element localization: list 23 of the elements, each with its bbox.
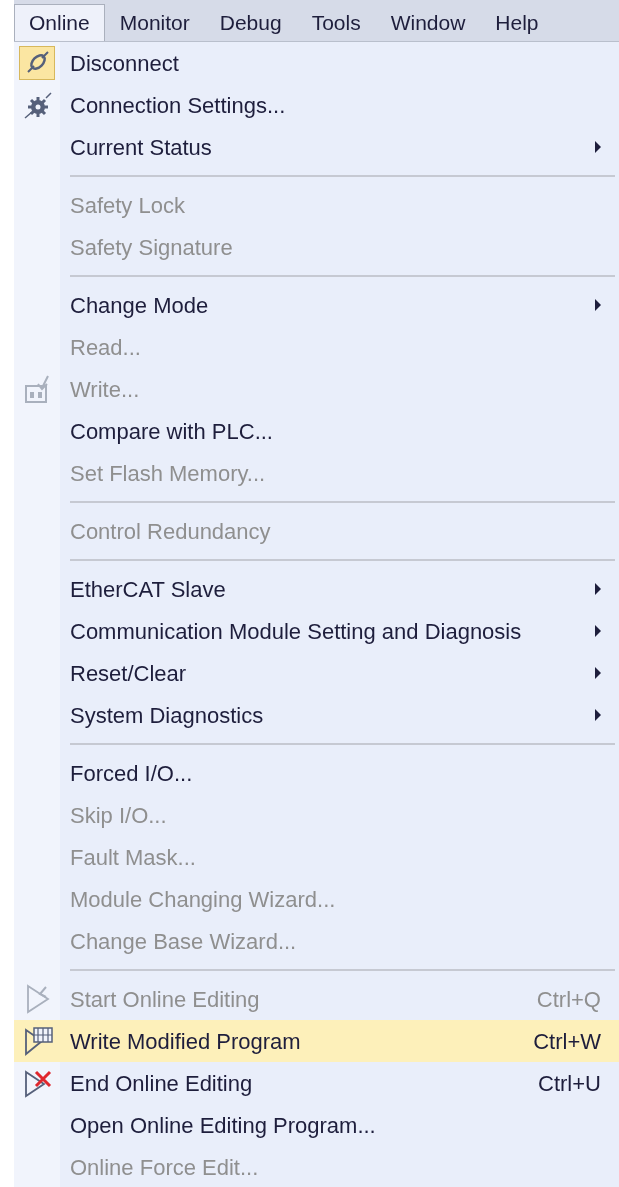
- menu-item[interactable]: Forced I/O...: [60, 756, 601, 790]
- menu-item-highlight[interactable]: Write Modified Program Ctrl+W: [14, 1020, 619, 1062]
- shortcut-label: Ctrl+W: [533, 1027, 601, 1056]
- menu-item[interactable]: Compare with PLC...: [60, 414, 601, 448]
- menu-item[interactable]: Communication Module Setting and Diagnosis: [60, 614, 595, 648]
- menu-tab[interactable]: Monitor: [104, 4, 205, 41]
- menu-tab[interactable]: Window: [375, 4, 481, 41]
- menu-item[interactable]: Disconnect: [60, 46, 601, 80]
- menu-item[interactable]: Write Modified Program: [60, 1024, 534, 1058]
- menu-tab[interactable]: Debug: [204, 4, 297, 41]
- menu-item[interactable]: End Online Editing: [60, 1066, 539, 1100]
- menu-item[interactable]: Current Status: [60, 130, 595, 164]
- menu-item[interactable]: Connection Settings...: [60, 88, 601, 122]
- menu-tab[interactable]: Tools: [296, 4, 376, 41]
- menu-item[interactable]: System Diagnostics: [60, 698, 595, 732]
- menu-item[interactable]: EtherCAT Slave: [60, 572, 595, 606]
- menu-item[interactable]: Change Mode: [60, 288, 595, 322]
- shortcut-label: Ctrl+Q: [536, 985, 601, 1014]
- menu-item[interactable]: Open Online Editing Program...: [60, 1108, 601, 1142]
- menu-tab[interactable]: Online: [14, 4, 105, 41]
- menu-item[interactable]: Reset/Clear: [60, 656, 595, 690]
- menu-tab[interactable]: Help: [480, 4, 554, 41]
- shortcut-label: Ctrl+U: [538, 1069, 601, 1098]
